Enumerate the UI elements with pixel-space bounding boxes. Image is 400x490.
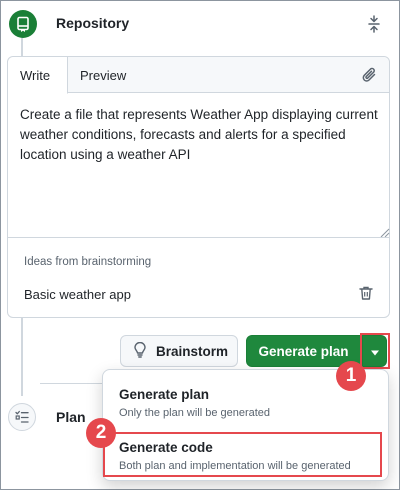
collapse-icon[interactable] <box>363 13 385 35</box>
menu-item-description: Only the plan will be generated <box>119 407 271 419</box>
repository-title: Repository <box>56 15 130 31</box>
brainstorm-label: Brainstorm <box>156 343 229 359</box>
paperclip-icon[interactable] <box>361 66 379 84</box>
caret-down-icon <box>370 344 380 359</box>
menu-item-generate-code[interactable]: Generate code Both plan and implementati… <box>103 440 388 472</box>
menu-item-title: Generate code <box>119 440 213 455</box>
ideas-divider <box>8 237 389 238</box>
plan-step-icon <box>8 403 36 431</box>
generate-options-dropdown-button[interactable] <box>362 335 387 367</box>
resize-handle-icon[interactable] <box>380 225 390 238</box>
menu-item-description: Both plan and implementation will be gen… <box>119 460 351 472</box>
lightbulb-icon <box>133 341 147 361</box>
tab-preview[interactable]: Preview <box>68 57 138 94</box>
repository-step-icon <box>9 10 37 38</box>
brainstorm-button[interactable]: Brainstorm <box>120 335 238 367</box>
prompt-editor: Write Preview Create a file that represe… <box>7 56 390 318</box>
ideas-label: Ideas from brainstorming <box>24 256 152 268</box>
prompt-textarea[interactable]: Create a file that represents Weather Ap… <box>20 105 380 165</box>
editor-tabbar: Write Preview <box>8 57 389 94</box>
trash-icon[interactable] <box>358 285 374 301</box>
menu-item-generate-plan[interactable]: Generate plan Only the plan will be gene… <box>103 387 388 419</box>
callout-badge-1: 1 <box>336 361 366 391</box>
idea-item[interactable]: Basic weather app <box>24 287 131 302</box>
tab-write[interactable]: Write <box>8 57 68 94</box>
plan-step-title: Plan <box>56 409 86 425</box>
callout-badge-2: 2 <box>86 418 116 448</box>
